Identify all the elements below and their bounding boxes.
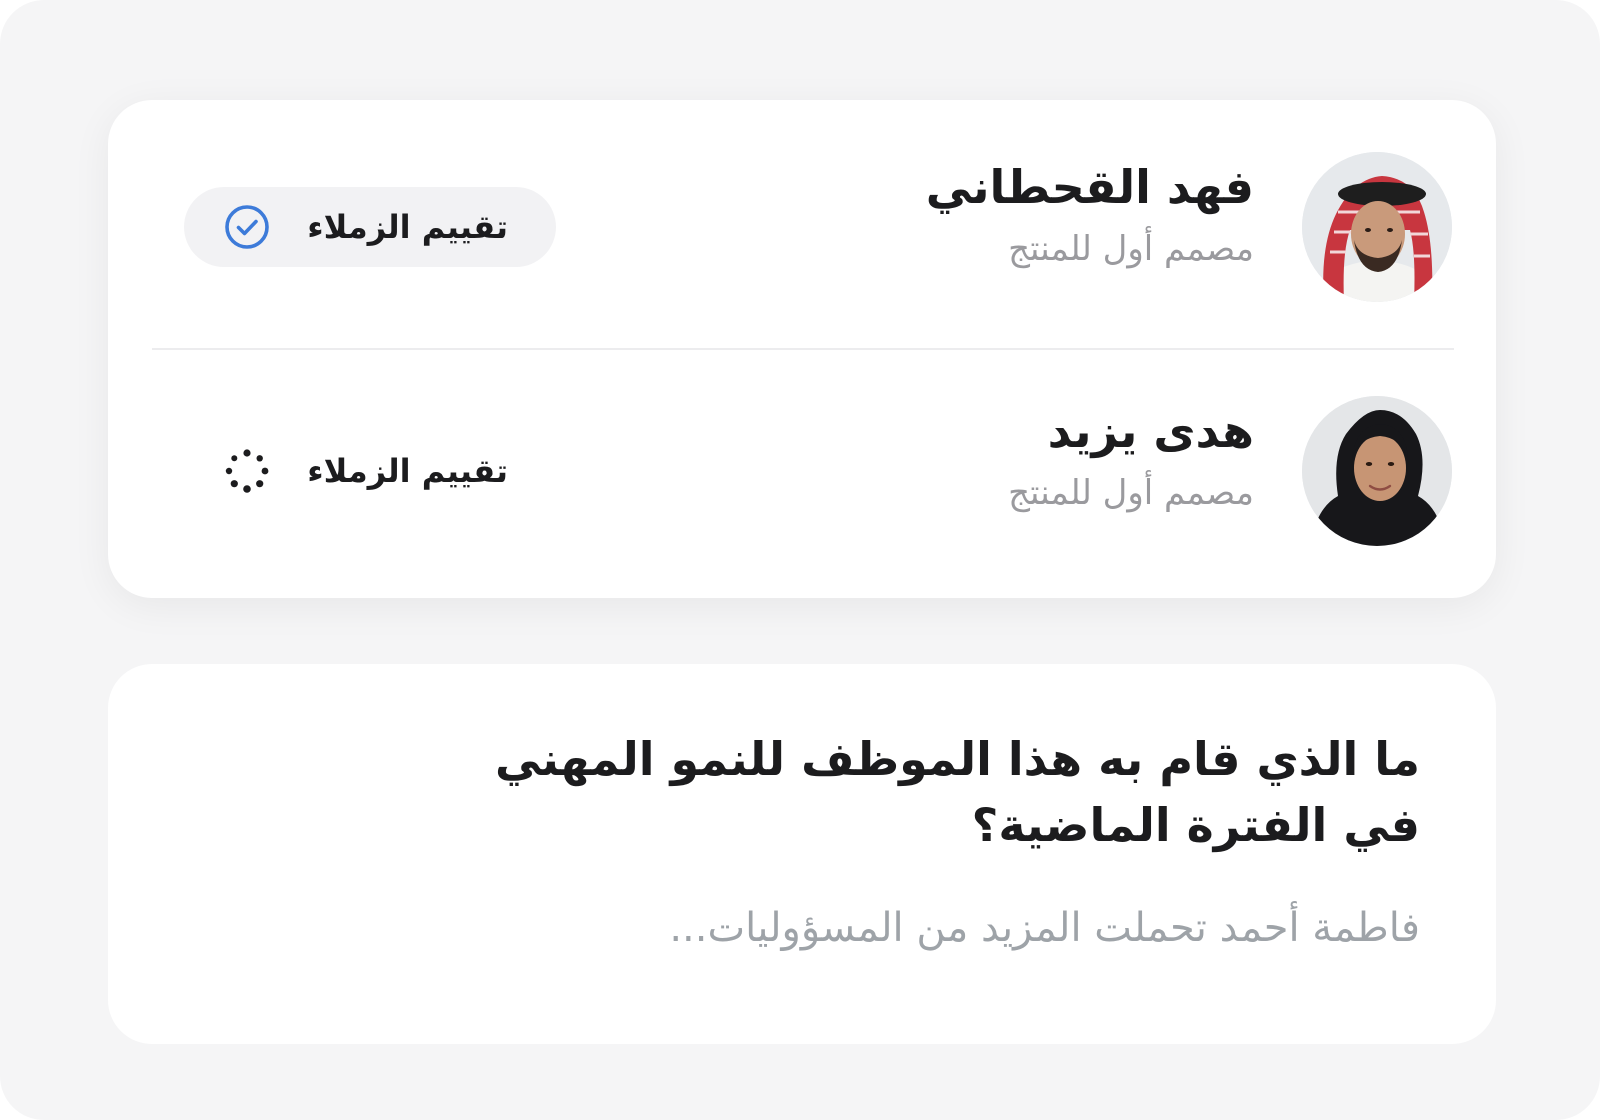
- colleague-title: مصمم أول للمنتج: [1008, 473, 1254, 513]
- answer-input[interactable]: فاطمة أحمد تحملت المزيد من المسؤوليات...: [320, 900, 1420, 956]
- check-circle-icon: [223, 203, 271, 251]
- peer-review-card: فهد القحطاني مصمم أول للمنتج تقييم الزمل…: [108, 100, 1496, 598]
- divider: [152, 348, 1454, 350]
- peer-review-button[interactable]: تقييم الزملاء: [184, 431, 556, 511]
- colleague-info: فهد القحطاني مصمم أول للمنتج: [926, 156, 1254, 274]
- peer-review-button[interactable]: تقييم الزملاء: [184, 187, 556, 267]
- avatar: [1302, 152, 1452, 302]
- peer-review-label: تقييم الزملاء: [307, 208, 508, 246]
- colleague-info: هدى يزيد مصمم أول للمنتج: [1008, 400, 1254, 518]
- colleague-name: هدى يزيد: [1047, 404, 1254, 458]
- review-question-card: ما الذي قام به هذا الموظف للنمو المهني ف…: [108, 664, 1496, 1044]
- peer-review-label: تقييم الزملاء: [307, 452, 508, 490]
- app-frame: فهد القحطاني مصمم أول للمنتج تقييم الزمل…: [0, 0, 1600, 1120]
- question-title: ما الذي قام به هذا الموظف للنمو المهني ف…: [494, 732, 1420, 852]
- colleague-name: فهد القحطاني: [925, 160, 1254, 214]
- loading-spinner-icon: [223, 447, 271, 495]
- colleague-row[interactable]: فهد القحطاني مصمم أول للمنتج تقييم الزمل…: [152, 126, 1452, 326]
- colleague-title: مصمم أول للمنتج: [1008, 229, 1254, 269]
- avatar: [1302, 396, 1452, 546]
- colleague-row[interactable]: هدى يزيد مصمم أول للمنتج تقييم الزملاء: [152, 370, 1452, 570]
